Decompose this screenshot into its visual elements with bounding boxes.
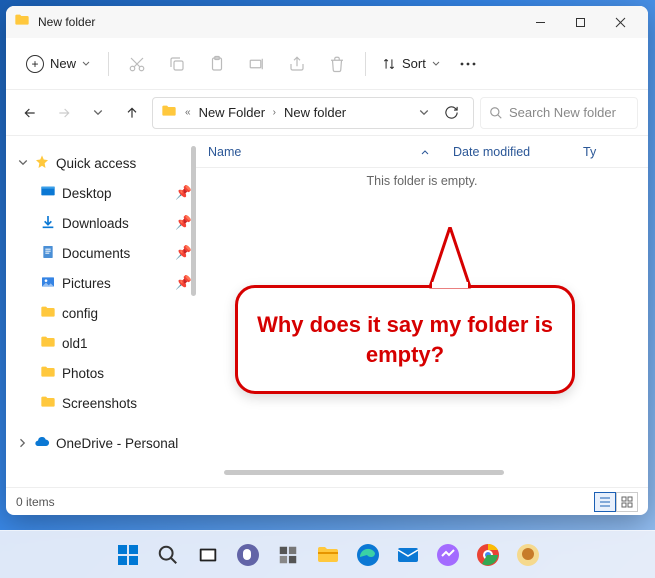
- folder-icon: [40, 334, 56, 353]
- icons-view-button[interactable]: [616, 492, 638, 512]
- separator: [108, 52, 109, 76]
- refresh-button[interactable]: [437, 105, 465, 120]
- column-name[interactable]: Name: [196, 145, 441, 159]
- pin-icon: 📌: [175, 185, 192, 201]
- sidebar-item-photos[interactable]: Photos: [14, 358, 196, 388]
- task-view-button[interactable]: [191, 538, 225, 572]
- item-count: 0 items: [16, 495, 55, 509]
- explorer-window: New folder + New Sort «: [6, 6, 648, 515]
- minimize-button[interactable]: [520, 7, 560, 37]
- chevron-down-icon: [82, 60, 90, 68]
- chevron-down-icon: [18, 158, 28, 168]
- chevron-right-icon: [18, 438, 28, 448]
- folder-icon: [40, 394, 56, 413]
- sidebar-item-documents[interactable]: Documents 📌: [14, 238, 196, 268]
- folder-icon: [40, 364, 56, 383]
- explorer-taskbar-button[interactable]: [311, 538, 345, 572]
- up-button[interactable]: [118, 99, 146, 127]
- callout-text: Why does it say my folder is empty?: [235, 285, 575, 394]
- app-button[interactable]: [511, 538, 545, 572]
- sidebar-item-desktop[interactable]: Desktop 📌: [14, 178, 196, 208]
- address-bar[interactable]: « New Folder › New folder: [152, 97, 474, 129]
- chevron-left-icon: «: [185, 107, 191, 118]
- forward-button[interactable]: [50, 99, 78, 127]
- chat-button[interactable]: [231, 538, 265, 572]
- star-icon: [34, 154, 50, 173]
- sort-button-label: Sort: [402, 56, 426, 71]
- folder-icon: [40, 304, 56, 323]
- chrome-button[interactable]: [471, 538, 505, 572]
- sidebar-item-screenshots[interactable]: Screenshots: [14, 388, 196, 418]
- maximize-button[interactable]: [560, 7, 600, 37]
- annotation-callout: Why does it say my folder is empty?: [235, 285, 575, 394]
- share-button[interactable]: [277, 46, 317, 82]
- sidebar-item-downloads[interactable]: Downloads 📌: [14, 208, 196, 238]
- breadcrumb-part[interactable]: New Folder ›: [199, 105, 276, 120]
- column-type[interactable]: Ty: [571, 145, 648, 159]
- plus-icon: +: [26, 55, 44, 73]
- sidebar-item-old1[interactable]: old1: [14, 328, 196, 358]
- details-view-button[interactable]: [594, 492, 616, 512]
- sort-button[interactable]: Sort: [374, 56, 448, 71]
- sidebar-item-quick-access[interactable]: Quick access: [14, 148, 196, 178]
- navigation-row: « New Folder › New folder Search New fol…: [6, 90, 648, 136]
- search-icon: [489, 106, 503, 120]
- mail-button[interactable]: [391, 538, 425, 572]
- cut-button[interactable]: [117, 46, 157, 82]
- window-title: New folder: [38, 15, 520, 29]
- start-button[interactable]: [111, 538, 145, 572]
- folder-icon: [161, 103, 177, 122]
- recent-button[interactable]: [84, 99, 112, 127]
- chevron-down-icon[interactable]: [419, 108, 429, 118]
- titlebar[interactable]: New folder: [6, 6, 648, 38]
- close-button[interactable]: [600, 7, 640, 37]
- horizontal-scrollbar[interactable]: [224, 470, 504, 475]
- empty-message: This folder is empty.: [196, 168, 648, 188]
- sidebar: Quick access Desktop 📌 Downloads 📌 Docum…: [6, 136, 196, 487]
- callout-tail: [420, 227, 480, 297]
- breadcrumb-part[interactable]: New folder: [284, 105, 346, 120]
- document-icon: [40, 244, 56, 263]
- more-button[interactable]: [448, 46, 488, 82]
- pin-icon: 📌: [175, 275, 192, 291]
- chevron-down-icon: [432, 60, 440, 68]
- delete-button[interactable]: [317, 46, 357, 82]
- column-date[interactable]: Date modified: [441, 145, 571, 159]
- status-bar: 0 items: [6, 487, 648, 515]
- folder-icon: [14, 12, 30, 33]
- taskbar-search-button[interactable]: [151, 538, 185, 572]
- search-box[interactable]: Search New folder: [480, 97, 638, 129]
- new-button[interactable]: + New: [16, 49, 100, 79]
- separator: [365, 52, 366, 76]
- messenger-button[interactable]: [431, 538, 465, 572]
- paste-button[interactable]: [197, 46, 237, 82]
- column-headers: Name Date modified Ty: [196, 136, 648, 168]
- widgets-button[interactable]: [271, 538, 305, 572]
- rename-button[interactable]: [237, 46, 277, 82]
- pictures-icon: [40, 274, 56, 293]
- toolbar: + New Sort: [6, 38, 648, 90]
- edge-button[interactable]: [351, 538, 385, 572]
- desktop-icon: [40, 184, 56, 203]
- new-button-label: New: [50, 56, 76, 71]
- taskbar: [0, 530, 655, 578]
- sort-icon: [382, 57, 396, 71]
- search-placeholder: Search New folder: [509, 105, 616, 120]
- pin-icon: 📌: [175, 215, 192, 231]
- sidebar-item-onedrive[interactable]: OneDrive - Personal: [14, 428, 196, 458]
- pin-icon: 📌: [175, 245, 192, 261]
- sidebar-item-pictures[interactable]: Pictures 📌: [14, 268, 196, 298]
- back-button[interactable]: [16, 99, 44, 127]
- copy-button[interactable]: [157, 46, 197, 82]
- download-icon: [40, 214, 56, 233]
- cloud-icon: [34, 434, 50, 453]
- sidebar-item-config[interactable]: config: [14, 298, 196, 328]
